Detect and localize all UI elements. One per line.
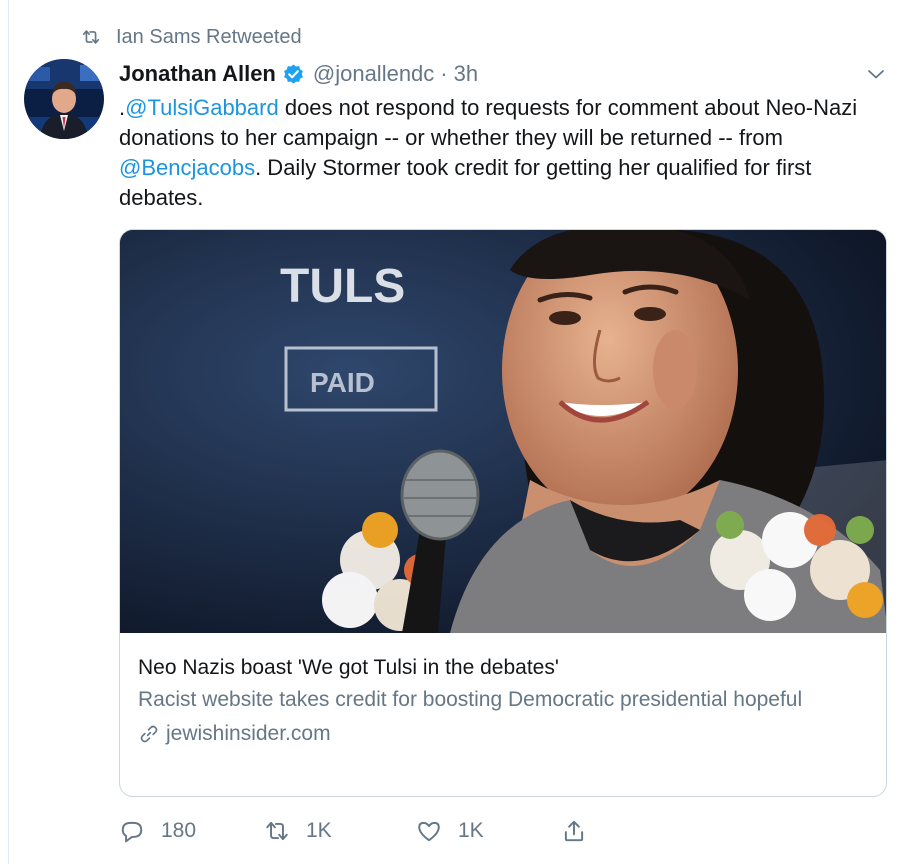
timeline-divider <box>8 0 9 864</box>
author-name[interactable]: Jonathan Allen <box>119 61 276 87</box>
background-badge-text: PAID <box>310 367 375 398</box>
reply-button[interactable]: 180 <box>119 818 264 844</box>
verified-badge-icon <box>283 63 303 84</box>
header-separator: · <box>440 61 448 86</box>
tweet-text: .@TulsiGabbard does not respond to reque… <box>119 93 894 213</box>
link-icon <box>140 725 158 743</box>
card-title[interactable]: Neo Nazis boast 'We got Tulsi in the deb… <box>138 653 868 683</box>
tweet-timestamp[interactable]: 3h <box>454 61 478 87</box>
retweet-icon <box>82 30 100 44</box>
background-sign-text: TULS <box>280 260 405 313</box>
reply-icon <box>121 821 143 843</box>
share-icon <box>564 820 584 842</box>
share-button[interactable] <box>561 818 603 844</box>
reply-count: 180 <box>161 819 197 842</box>
card-image: TULS PAID <box>120 230 886 633</box>
author-handle[interactable]: @jonallendc <box>313 61 434 87</box>
like-button[interactable]: 1K <box>416 818 561 844</box>
retweet-context-label: Ian Sams Retweeted <box>116 25 302 48</box>
avatar[interactable] <box>24 59 104 139</box>
mention-link-tulsigabbard[interactable]: @TulsiGabbard <box>125 95 279 120</box>
like-count: 1K <box>458 819 484 842</box>
card-domain[interactable]: jewishinsider.com <box>138 719 868 749</box>
chevron-down-icon[interactable] <box>864 62 888 86</box>
tweet-header: Jonathan Allen @jonallendc · 3h <box>119 58 888 90</box>
heart-icon <box>418 821 440 842</box>
retweet-count: 1K <box>306 819 332 842</box>
card-body: Neo Nazis boast 'We got Tulsi in the deb… <box>120 633 886 749</box>
mention-link-bencjacobs[interactable]: @Bencjacobs <box>119 155 255 180</box>
link-preview-card[interactable]: TULS PAID Neo Nazis boast 'We got Tulsi … <box>119 229 887 797</box>
retweet-icon <box>266 821 288 841</box>
tweet-actions: 180 1K 1K <box>119 812 603 850</box>
card-description: Racist website takes credit for boosting… <box>138 688 803 711</box>
card-domain-label: jewishinsider.com <box>166 722 331 745</box>
retweet-context[interactable]: Ian Sams Retweeted <box>80 24 302 50</box>
retweet-button[interactable]: 1K <box>264 818 416 844</box>
